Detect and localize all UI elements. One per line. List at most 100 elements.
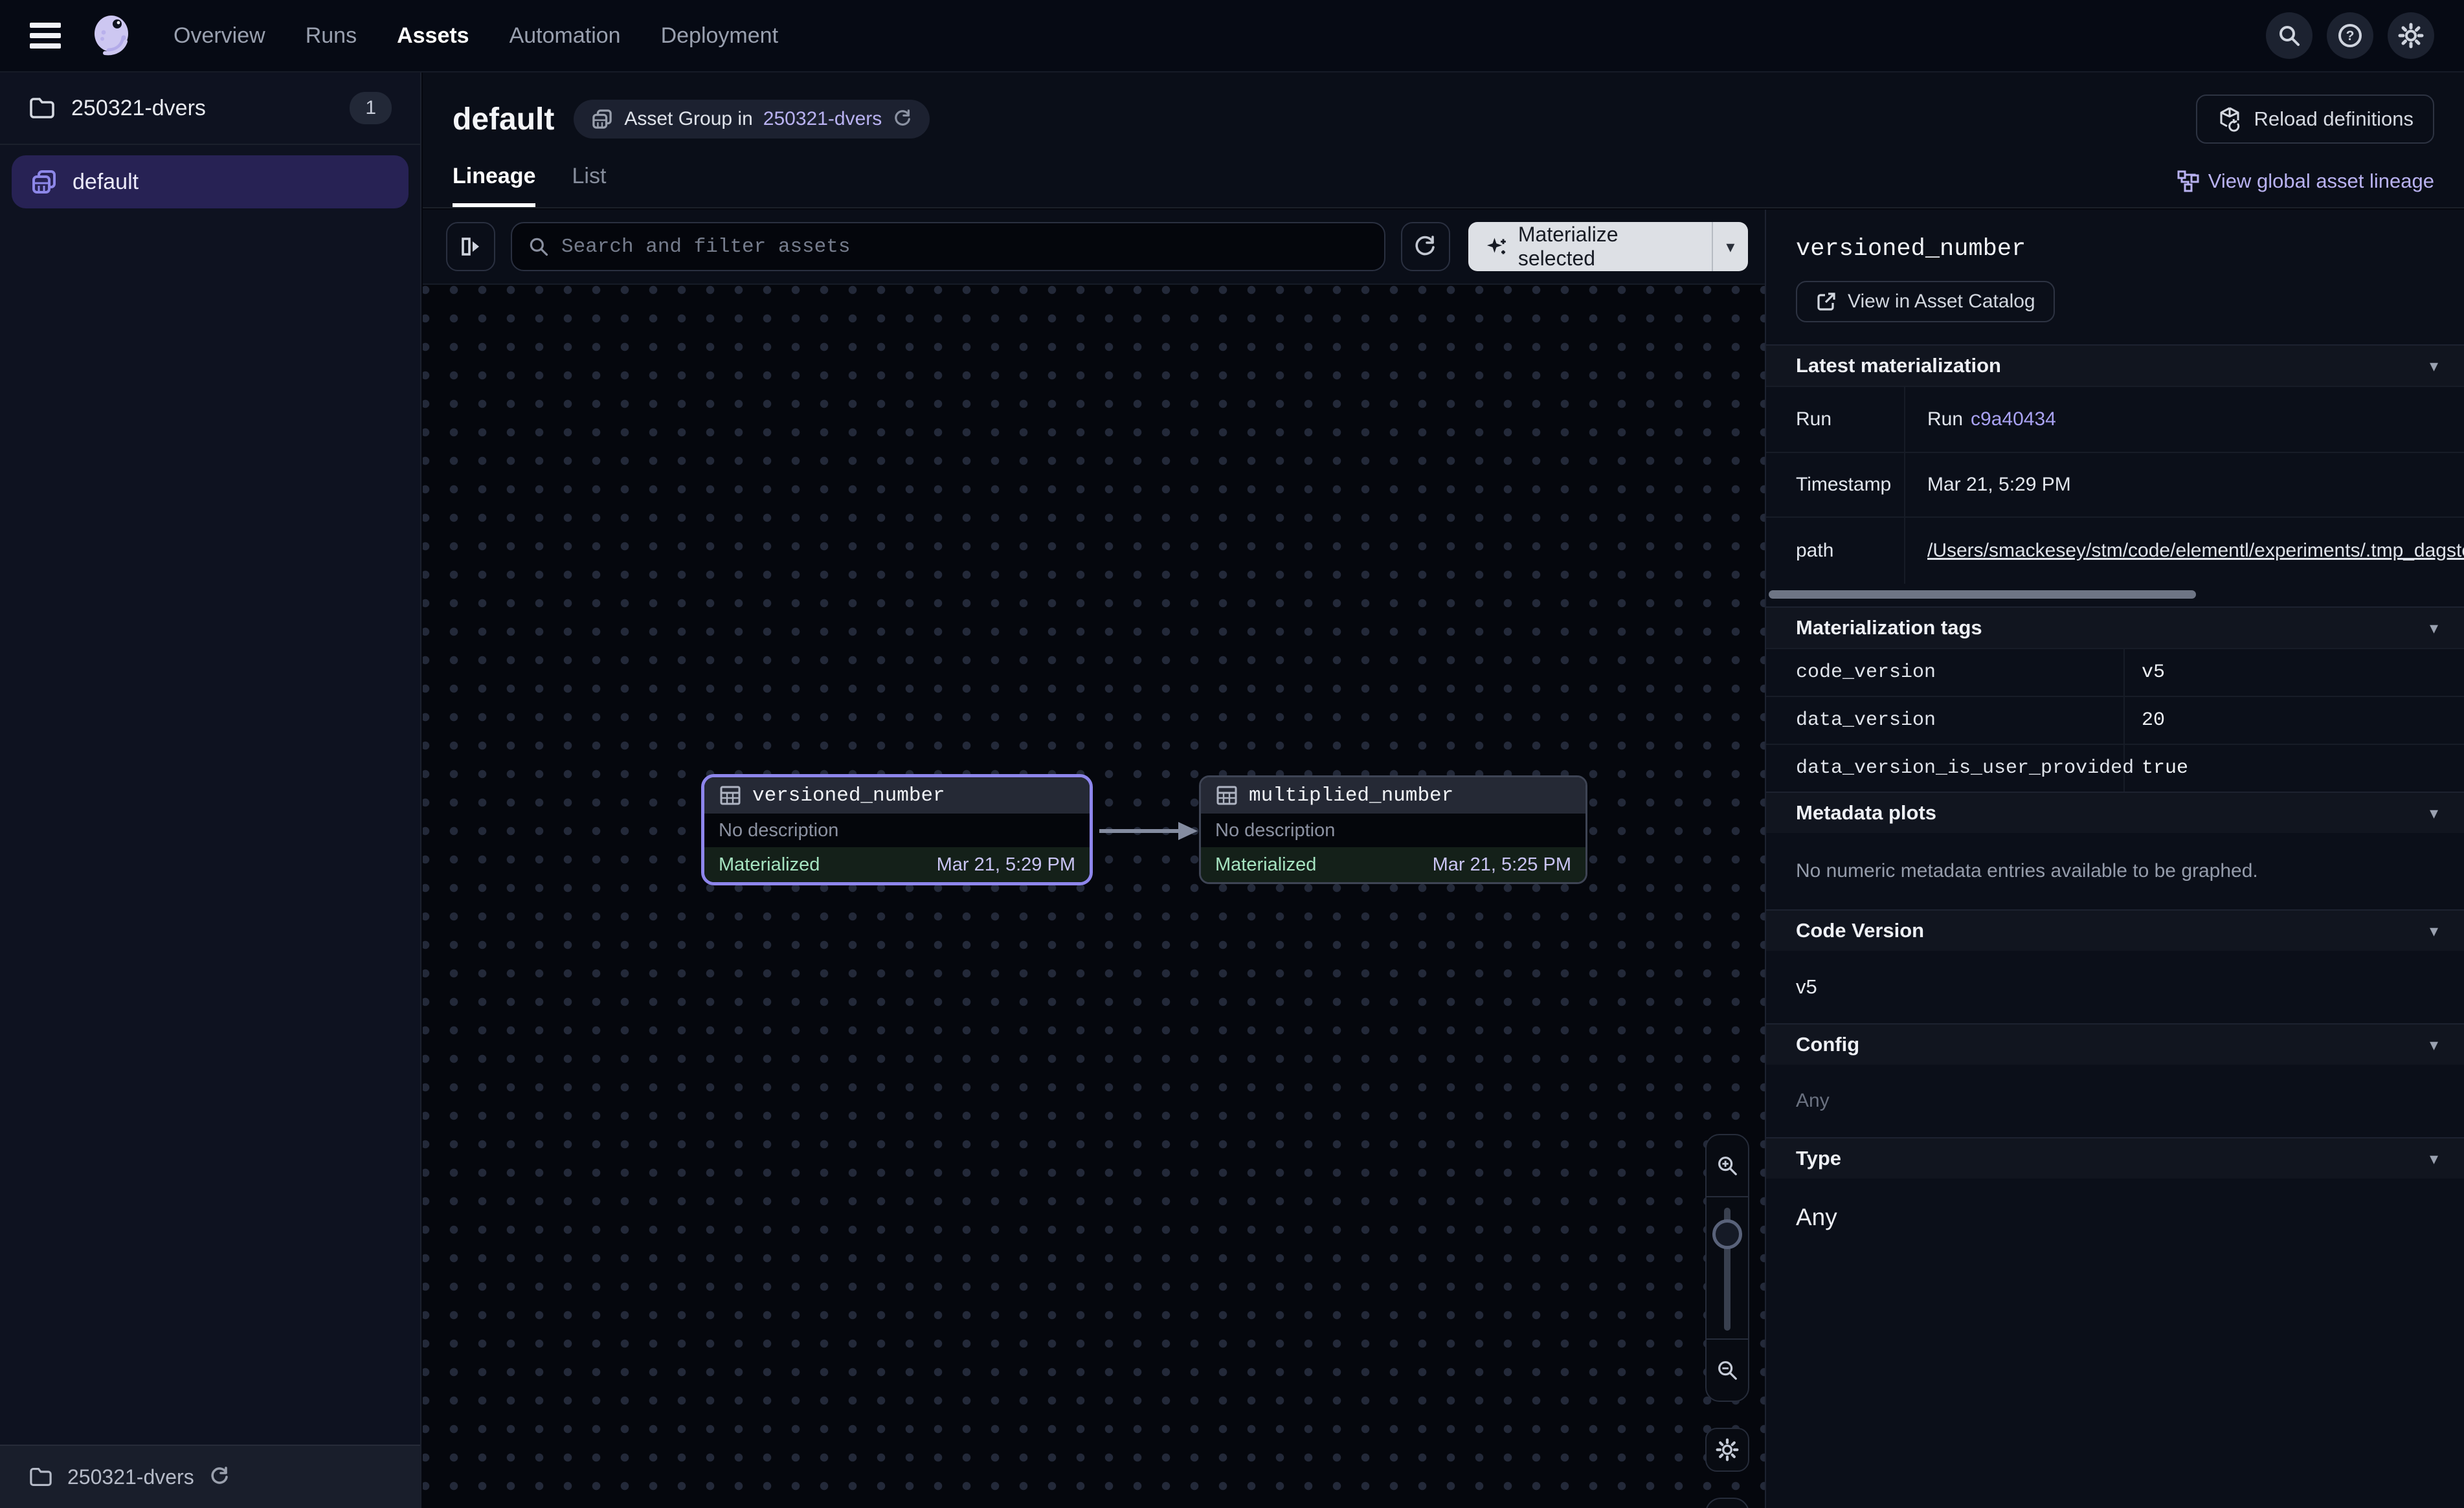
caret-down-icon: ▾ [1726, 237, 1734, 257]
zoom-slider[interactable] [1707, 1196, 1748, 1340]
external-link-icon [1815, 291, 1837, 313]
path-label: path [1766, 518, 1905, 584]
nav-actions: ? [2266, 12, 2434, 59]
section-metadata-plots[interactable]: Metadata plots ▾ [1766, 792, 2464, 833]
settings-button[interactable] [2388, 12, 2434, 59]
nav-item-runs[interactable]: Runs [306, 23, 357, 49]
config-value: Any [1766, 1065, 2464, 1137]
chevron-down-icon: ▾ [2430, 1035, 2438, 1055]
zoom-out-button[interactable] [1707, 1340, 1748, 1401]
graph-settings-button[interactable] [1705, 1428, 1749, 1472]
zoom-slider-thumb[interactable] [1712, 1219, 1742, 1249]
asset-group-badge: Asset Group in 250321-dvers [574, 100, 930, 139]
timestamp-label: Timestamp [1766, 453, 1905, 516]
latest-timestamp-row: Timestamp Mar 21, 5:29 PM [1766, 452, 2464, 516]
lineage-graph-column: Materialize selected ▾ [423, 210, 1765, 1508]
asset-details-panel: versioned_number View in Asset Catalog L… [1765, 210, 2464, 1508]
dagster-app: Overview Runs Assets Automation Deployme… [0, 0, 2464, 1508]
sidebar-item-label: default [73, 170, 139, 195]
asset-node-timestamp: Mar 21, 5:29 PM [937, 854, 1075, 876]
sparkle-icon [1485, 235, 1508, 258]
materialize-selected-button[interactable]: Materialize selected [1468, 222, 1712, 271]
global-lineage-icon [2177, 170, 2199, 192]
timestamp-value: Mar 21, 5:29 PM [1905, 453, 2464, 516]
view-global-asset-lineage-label: View global asset lineage [2208, 170, 2434, 193]
refresh-icon[interactable] [208, 1466, 230, 1488]
section-config[interactable]: Config ▾ [1766, 1023, 2464, 1065]
chevron-down-icon: ▾ [2430, 1149, 2438, 1169]
refresh-icon[interactable] [892, 109, 913, 129]
folder-icon [28, 1467, 53, 1487]
sidebar-group-row[interactable]: 250321-dvers 1 [0, 72, 420, 145]
refresh-graph-button[interactable] [1401, 222, 1450, 271]
run-id-link[interactable]: c9a40434 [1971, 408, 2056, 430]
search-input[interactable] [561, 236, 1369, 258]
asset-node-versioned-number[interactable]: versioned_number No description Material… [701, 774, 1093, 885]
section-code-version[interactable]: Code Version ▾ [1766, 909, 2464, 951]
metadata-plots-empty-text: No numeric metadata entries available to… [1766, 833, 2464, 909]
table-icon [719, 784, 742, 807]
primary-nav: Overview Runs Assets Automation Deployme… [174, 23, 778, 49]
badge-group-link[interactable]: 250321-dvers [763, 108, 882, 130]
top-nav: Overview Runs Assets Automation Deployme… [0, 0, 2464, 72]
panel-expand-icon [458, 234, 484, 260]
nav-item-overview[interactable]: Overview [174, 23, 265, 49]
page-header: default Asset Group in 250321-dvers [423, 72, 2464, 208]
asset-search-box [511, 222, 1385, 271]
tag-row-data-version-is-user-provided: data_version_is_user_provided true [1766, 744, 2464, 792]
tag-row-data-version: data_version 20 [1766, 696, 2464, 744]
zoom-in-icon [1716, 1154, 1739, 1177]
asset-node-timestamp: Mar 21, 5:25 PM [1433, 854, 1571, 876]
graph-toolbar: Materialize selected ▾ [423, 210, 1765, 285]
search-button[interactable] [2266, 12, 2313, 59]
reload-definitions-button[interactable]: Reload definitions [2196, 94, 2434, 144]
chevron-down-icon: ▾ [2430, 618, 2438, 638]
help-icon: ? [2337, 23, 2363, 49]
chevron-down-icon: ▾ [2430, 921, 2438, 941]
sidebar-group-count-badge: 1 [350, 92, 392, 124]
hamburger-menu-icon[interactable] [30, 23, 61, 49]
lineage-edge-arrow [1098, 814, 1202, 848]
view-in-asset-catalog-button[interactable]: View in Asset Catalog [1796, 281, 2055, 322]
nav-item-assets[interactable]: Assets [397, 23, 469, 49]
tab-list[interactable]: List [572, 164, 606, 207]
search-icon [2277, 23, 2302, 48]
badge-prefix: Asset Group in [624, 108, 752, 130]
path-link[interactable]: /Users/smackesey/stm/code/elementl/exper… [1927, 540, 2464, 562]
help-button[interactable]: ? [2327, 12, 2373, 59]
nav-item-automation[interactable]: Automation [510, 23, 621, 49]
section-materialization-tags[interactable]: Materialization tags ▾ [1766, 606, 2464, 648]
asset-node-name: multiplied_number [1249, 784, 1453, 807]
zoom-in-button[interactable] [1707, 1135, 1748, 1196]
dagster-logo[interactable] [89, 13, 135, 58]
section-type[interactable]: Type ▾ [1766, 1137, 2464, 1179]
asset-group-icon [30, 168, 58, 196]
chevron-down-icon: ▾ [2430, 356, 2438, 376]
graph-view-controls [1705, 1134, 1749, 1508]
view-tabs: Lineage List View global asset lineage [423, 164, 2464, 207]
zoom-out-icon [1716, 1358, 1739, 1382]
horizontal-scrollbar-thumb[interactable] [1769, 590, 2196, 599]
view-global-asset-lineage-link[interactable]: View global asset lineage [2177, 170, 2434, 207]
table-icon [1215, 784, 1238, 807]
tab-lineage[interactable]: Lineage [453, 164, 535, 207]
materialize-options-caret[interactable]: ▾ [1712, 222, 1748, 271]
asset-node-multiplied-number[interactable]: multiplied_number No description Materia… [1199, 775, 1587, 884]
asset-node-description: No description [704, 814, 1090, 847]
download-image-button[interactable] [1705, 1498, 1749, 1508]
tag-row-code-version: code_version v5 [1766, 648, 2464, 696]
run-label: Run [1766, 387, 1905, 452]
sidebar-group-name: 250321-dvers [71, 96, 206, 121]
asset-node-status: Materialized [1215, 854, 1316, 876]
nav-item-deployment[interactable]: Deployment [661, 23, 778, 49]
latest-path-row: path /Users/smackesey/stm/code/elementl/… [1766, 516, 2464, 584]
expand-sidebar-button[interactable] [446, 222, 495, 271]
sidebar-footer-repo[interactable]: 250321-dvers [0, 1445, 420, 1508]
lineage-graph-canvas[interactable]: versioned_number No description Material… [423, 285, 1765, 1508]
materialize-selected-split-button: Materialize selected ▾ [1468, 222, 1748, 271]
sidebar-item-default[interactable]: default [12, 155, 409, 208]
reload-definitions-label: Reload definitions [2254, 107, 2414, 131]
asset-node-status: Materialized [719, 854, 820, 876]
search-icon [528, 236, 550, 258]
section-latest-materialization[interactable]: Latest materialization ▾ [1766, 344, 2464, 386]
